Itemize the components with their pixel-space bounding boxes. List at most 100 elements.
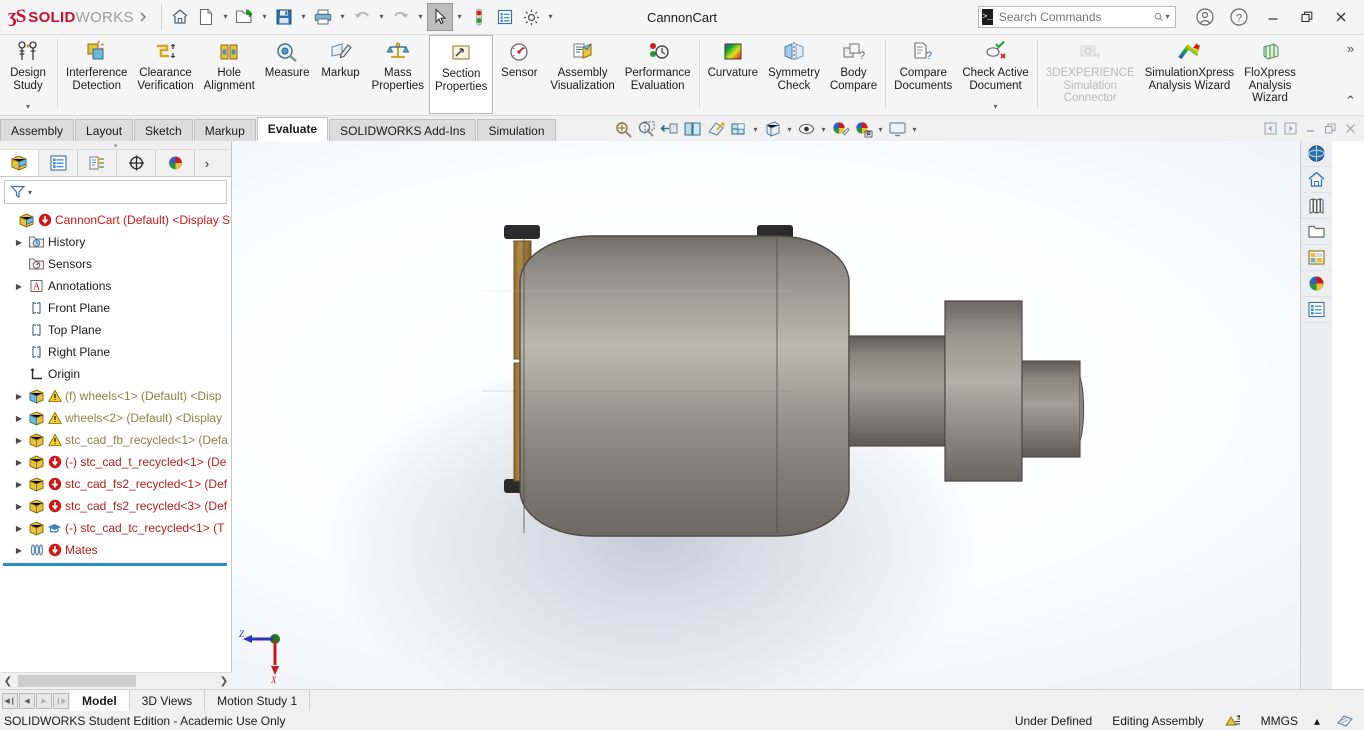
ribbon-button-curvature[interactable]: Curvature xyxy=(703,35,764,114)
tree-item-mates[interactable]: ▶ Mates xyxy=(2,539,231,561)
select-cursor-icon[interactable] xyxy=(427,3,453,31)
doc-restore-button[interactable] xyxy=(1320,118,1340,138)
doc-close-button[interactable] xyxy=(1340,118,1360,138)
select-dropdown[interactable]: ▾ xyxy=(453,3,466,31)
home-icon[interactable] xyxy=(167,3,193,31)
feature-tree-filter[interactable]: ▾ xyxy=(4,180,227,204)
doc-minimize-button[interactable] xyxy=(1300,118,1320,138)
tree-item-stc-cad-fs2-recycled-3[interactable]: ▶ stc_cad_fs2_recycled<3> (Def xyxy=(2,495,231,517)
menu-expand-arrow[interactable] xyxy=(130,3,156,31)
ribbon-button-body-compare[interactable]: ? Body Compare xyxy=(825,35,882,114)
ribbon-button-measure[interactable]: Measure xyxy=(260,35,315,114)
filter-dropdown-caret[interactable]: ▾ xyxy=(28,188,32,197)
view-settings-icon[interactable] xyxy=(795,118,818,140)
nav-first-button[interactable]: ◀❙ xyxy=(2,692,18,709)
rebuild-icon[interactable] xyxy=(466,3,492,31)
display-style-icon[interactable] xyxy=(727,118,750,140)
restore-button[interactable] xyxy=(1290,2,1324,32)
print-icon[interactable] xyxy=(310,3,336,31)
nav-next-button[interactable]: ▶ xyxy=(36,692,52,709)
appearances-scenes-decals-icon[interactable] xyxy=(1301,271,1331,297)
expand-arrow[interactable]: ▶ xyxy=(12,436,26,445)
account-icon[interactable] xyxy=(1188,2,1222,32)
tree-item-front-plane[interactable]: Front Plane xyxy=(2,297,231,319)
expand-arrow[interactable]: ▶ xyxy=(12,282,26,291)
appearances-icon[interactable] xyxy=(852,118,875,140)
graphics-viewport[interactable]: Z X xyxy=(232,141,1332,689)
expand-arrow[interactable]: ▶ xyxy=(12,414,26,423)
file-explorer-icon[interactable] xyxy=(1301,219,1331,245)
ribbon-button-compare-documents[interactable]: ? Compare Documents xyxy=(889,35,957,114)
undo-dropdown[interactable]: ▾ xyxy=(375,3,388,31)
tree-item-right-plane[interactable]: Right Plane xyxy=(2,341,231,363)
tree-item-wheels-1[interactable]: ▶ (f) wheels<1> (Default) <Disp xyxy=(2,385,231,407)
tab-evaluate[interactable]: Evaluate xyxy=(256,117,329,141)
save-icon[interactable] xyxy=(271,3,297,31)
expand-arrow[interactable]: ▶ xyxy=(12,458,26,467)
bottom-tab-3d-views[interactable]: 3D Views xyxy=(130,690,206,711)
ribbon-button-clearance-verification[interactable]: Clearance Verification xyxy=(132,35,198,114)
status-units[interactable]: MMGS xyxy=(1251,711,1308,730)
tree-item-stc-cad-fs2-recycled-1[interactable]: ▶ stc_cad_fs2_recycled<1> (Def xyxy=(2,473,231,495)
search-input[interactable] xyxy=(992,10,1154,24)
scroll-right-arrow[interactable]: ❯ xyxy=(216,676,232,687)
zoom-to-area-icon[interactable] xyxy=(635,118,658,140)
bottom-tab-motion-study-1[interactable]: Motion Study 1 xyxy=(205,690,311,711)
search-dropdown[interactable]: ▾ xyxy=(1163,3,1172,31)
scroll-thumb[interactable] xyxy=(18,675,136,687)
nav-prev-button[interactable]: ◀ xyxy=(19,692,35,709)
new-document-dropdown[interactable]: ▾ xyxy=(219,3,232,31)
ribbon-button-markup[interactable]: Markup xyxy=(315,35,367,114)
hide-show-dropdown[interactable]: ▾ xyxy=(784,125,795,134)
ribbon-button-section-properties[interactable]: Section Properties xyxy=(428,35,494,114)
3dexperience-icon[interactable] xyxy=(1301,141,1331,167)
tree-item-cannoncart-root[interactable]: CannonCart (Default) <Display St xyxy=(2,209,231,231)
ribbon-button-simulationxpress-analysis-wizard[interactable]: SimulationXpress Analysis Wizard xyxy=(1140,35,1239,114)
minimize-button[interactable] xyxy=(1256,2,1290,32)
ribbon-button-hole-alignment[interactable]: Hole Alignment xyxy=(199,35,260,114)
apply-scene-icon[interactable] xyxy=(829,118,852,140)
new-document-icon[interactable] xyxy=(193,3,219,31)
design-study-dropdown-caret[interactable]: ▾ xyxy=(26,102,30,112)
3d-drawing-view-icon[interactable] xyxy=(704,118,727,140)
expand-arrow[interactable]: ▶ xyxy=(12,480,26,489)
open-folder-icon[interactable] xyxy=(232,3,258,31)
tab-solidworks-add-ins[interactable]: SOLIDWORKS Add-Ins xyxy=(329,119,477,141)
doc-prev-button[interactable] xyxy=(1260,118,1280,138)
ribbon-button-symmetry-check[interactable]: Symmetry Check xyxy=(763,35,825,114)
expand-arrow[interactable]: ▶ xyxy=(12,524,26,533)
tab-markup[interactable]: Markup xyxy=(193,119,256,141)
ribbon-button-mass-properties[interactable]: Mass Properties xyxy=(367,35,429,114)
feature-manager-design-tree-tab[interactable] xyxy=(0,150,39,176)
hide-show-items-icon[interactable] xyxy=(761,118,784,140)
expand-arrow[interactable]: ▶ xyxy=(12,392,26,401)
view-orientation-icon[interactable] xyxy=(681,118,704,140)
expand-arrow[interactable]: ▶ xyxy=(12,502,26,511)
search-icon[interactable] xyxy=(1154,10,1163,24)
custom-properties-icon[interactable] xyxy=(1301,297,1331,323)
doc-next-button[interactable] xyxy=(1280,118,1300,138)
tab-layout[interactable]: Layout xyxy=(75,119,134,141)
more-tabs-chevron[interactable]: › xyxy=(195,150,219,176)
ribbon-overflow-chevron[interactable]: » xyxy=(1347,41,1354,56)
redo-dropdown[interactable]: ▾ xyxy=(414,3,427,31)
scroll-left-arrow[interactable]: ❮ xyxy=(0,676,16,687)
configuration-manager-tab[interactable] xyxy=(78,150,117,176)
ribbon-button-performance-evaluation[interactable]: Performance Evaluation xyxy=(620,35,696,114)
ribbon-button-design-study[interactable]: Design Study ▾ xyxy=(2,35,54,114)
file-properties-icon[interactable] xyxy=(492,3,518,31)
tab-simulation[interactable]: Simulation xyxy=(477,119,556,141)
view-palette-icon[interactable] xyxy=(1301,245,1331,271)
expand-arrow[interactable]: ▶ xyxy=(12,546,26,555)
save-dropdown[interactable]: ▾ xyxy=(297,3,310,31)
undo-icon[interactable] xyxy=(349,3,375,31)
tree-item-stc-cad-tc-recycled-1[interactable]: ▶ (-) stc_cad_tc_recycled<1> (T xyxy=(2,517,231,539)
sketch-status-icon[interactable] xyxy=(1214,711,1251,730)
cad-model-render[interactable] xyxy=(232,141,1332,689)
tree-item-stc-cad-t-recycled-1[interactable]: ▶ (-) stc_cad_t_recycled<1> (De xyxy=(2,451,231,473)
tree-item-sensors[interactable]: Sensors xyxy=(2,253,231,275)
viewport-layout-dropdown[interactable]: ▾ xyxy=(909,125,920,134)
property-manager-tab[interactable] xyxy=(39,150,78,176)
tree-item-top-plane[interactable]: Top Plane xyxy=(2,319,231,341)
ribbon-button-check-active-document[interactable]: Check Active Document ▾ xyxy=(957,35,1033,114)
